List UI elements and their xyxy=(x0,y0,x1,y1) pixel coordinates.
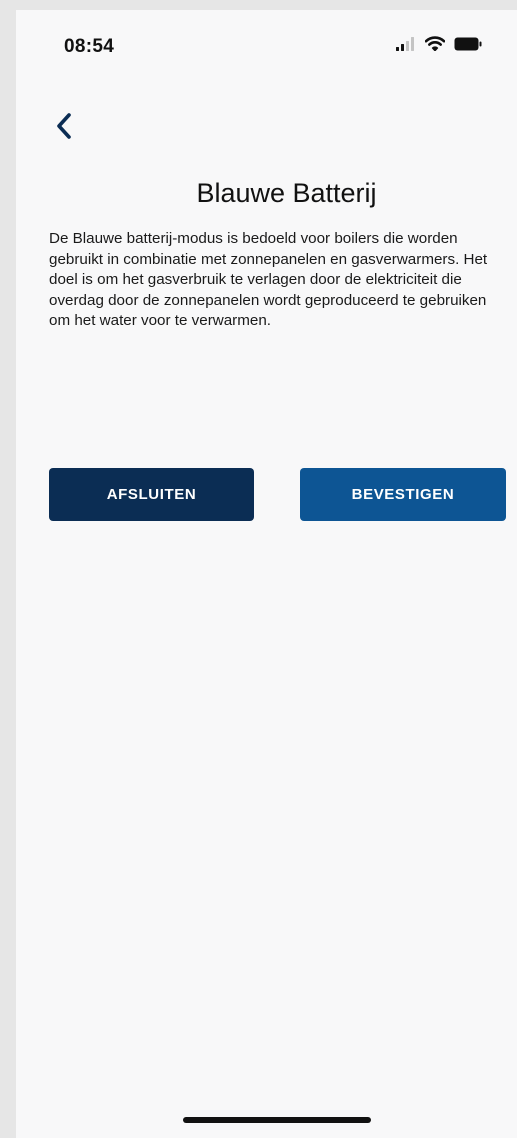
close-button[interactable]: AFSLUITEN xyxy=(49,468,254,521)
status-icons xyxy=(396,36,482,56)
page-title: Blauwe Batterij xyxy=(196,178,377,209)
confirm-button[interactable]: BEVESTIGEN xyxy=(300,468,506,521)
mode-description: De Blauwe batterij-modus is bedoeld voor… xyxy=(49,230,488,329)
app-screen: 08:54 Blauwe Batterij De Blauwe batterij… xyxy=(16,10,517,1138)
wifi-icon xyxy=(424,36,446,56)
home-indicator[interactable] xyxy=(183,1117,371,1123)
battery-icon xyxy=(454,37,482,56)
back-button[interactable] xyxy=(46,110,82,146)
cellular-signal-icon xyxy=(396,36,416,56)
chevron-left-icon xyxy=(55,112,73,144)
status-bar: 08:54 xyxy=(16,10,517,80)
status-time: 08:54 xyxy=(64,36,115,57)
